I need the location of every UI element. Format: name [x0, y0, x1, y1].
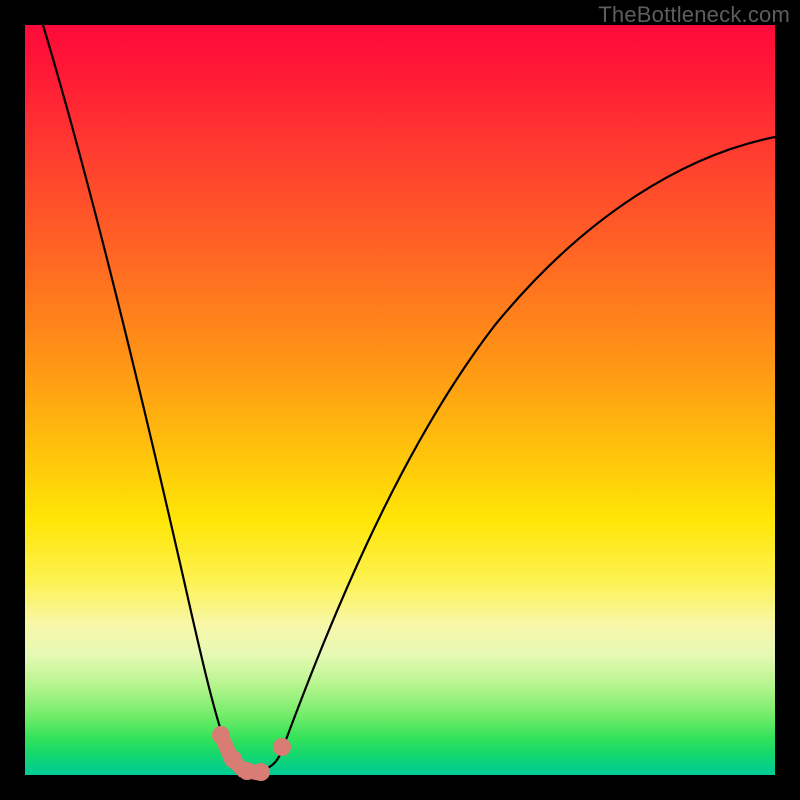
marker-dot-1 [212, 726, 230, 744]
chart-svg [25, 25, 775, 775]
marker-dot-4 [252, 763, 270, 781]
marker-dot-5 [273, 738, 291, 756]
curve-left-branch [43, 25, 231, 760]
highlight-markers [212, 726, 291, 781]
curve-right-branch [281, 137, 775, 753]
marker-dot-2 [224, 750, 242, 768]
watermark-text: TheBottleneck.com [598, 2, 790, 28]
chart-frame: TheBottleneck.com [0, 0, 800, 800]
